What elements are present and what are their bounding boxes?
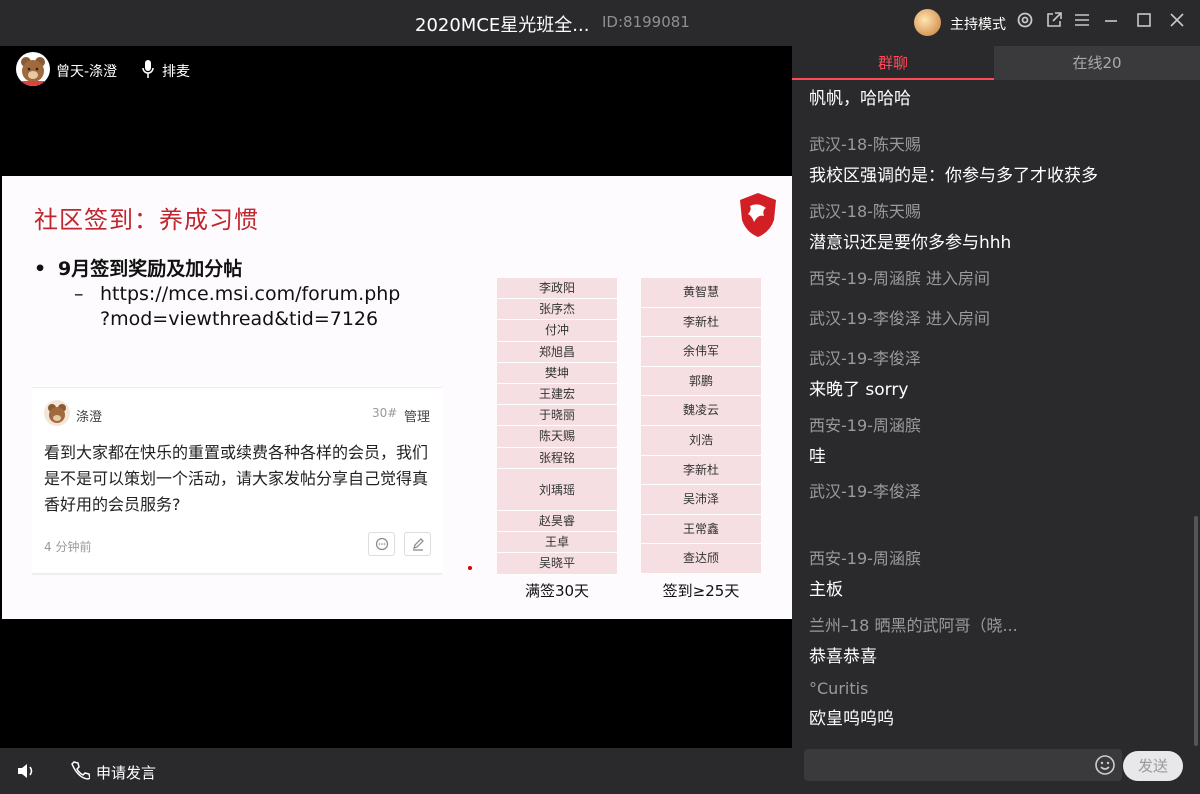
list-item: 武汉-19-李俊泽 来晚了 sorry (809, 345, 1189, 400)
mic-icon (142, 60, 154, 78)
message-text: 潜意识还是要你多参与hhh (809, 233, 1012, 253)
settings-icon[interactable] (1014, 11, 1036, 33)
apply-speak-button[interactable]: 申请发言 (96, 762, 156, 783)
message-text: 主板 (809, 580, 843, 600)
table-row: 查达颀 (641, 544, 761, 574)
title-bar: 2020MCE星光班全... ID:8199081 主持模式 (0, 0, 1200, 46)
table-row: 郭鹏 (641, 367, 761, 397)
tab-group-chat[interactable]: 群聊 (792, 46, 994, 80)
chat-panel: 群聊 在线20 帆帆，哈哈哈 武汉-18-陈天赐 我校区强调的是：你参与多了才收获多… (792, 46, 1200, 794)
forum-post-card: 涤澄 30# 管理 看到大家都在快乐的重置或续费各种各样的会员，我们是不是可以策… (32, 387, 442, 575)
comment-icon (368, 532, 395, 556)
table-row: 王卓 (497, 532, 617, 554)
list-item: °Curitis 欧皇呜呜呜 (809, 679, 1189, 729)
list-item: 兰州–18 晒黑的武阿哥（晓... 恭喜恭喜 (809, 612, 1189, 667)
list-item: 西安-19-周涵膑 进入房间 (809, 265, 1189, 289)
post-time: 4 分钟前 (44, 540, 92, 554)
message-sender: 武汉-19-李俊泽 进入房间 (809, 309, 990, 328)
edit-icon (404, 532, 431, 556)
mic-queue-button[interactable]: 排麦 (162, 61, 190, 81)
table-row: 刘浩 (641, 426, 761, 456)
host-mode-label[interactable]: 主持模式 (950, 14, 1006, 34)
signin-25-label: 签到≥25天 (662, 582, 740, 600)
list-item: 西安-19-周涵膑哇 (809, 412, 1189, 467)
chat-message-list[interactable]: 帆帆，哈哈哈 武汉-18-陈天赐 我校区强调的是：你参与多了才收获多 武汉-18-陈天… (792, 80, 1192, 740)
room-id: ID:8199081 (602, 13, 690, 31)
table-row: 陈天赐 (497, 426, 617, 448)
message-sender: 西安-19-周涵膑 (809, 549, 921, 568)
table-row: 吴沛泽 (641, 485, 761, 515)
bullet-heading: • 9月签到奖励及加分帖 (34, 258, 243, 280)
popout-icon[interactable] (1043, 11, 1065, 33)
table-row: 付冲 (497, 320, 617, 342)
table-row: 郑旭昌 (497, 342, 617, 363)
post-floor: 30# (372, 406, 398, 420)
message-text: 恭喜恭喜 (809, 647, 877, 667)
list-item: 帆帆，哈哈哈 (809, 84, 1189, 109)
chat-scrollbar[interactable] (1194, 516, 1198, 746)
table-row: 李新杜 (641, 308, 761, 338)
slide-title: 社区签到：养成习惯 (34, 206, 259, 234)
table-row: 于晓丽 (497, 405, 617, 427)
table-row: 李新杜 (641, 456, 761, 486)
full-signin-table: 李政阳 张序杰 付冲 郑旭昌 樊坤 王建宏 于晓丽 陈天赐 张程铭 刘瑀瑶 赵昊睿 王卓 吴晓平 (497, 278, 617, 575)
list-item: 武汉-19-李俊泽 (809, 478, 1189, 502)
post-author: 涤澄 (76, 410, 103, 425)
forum-link: – https://mce.msi.com/forum.php ?mod=view… (74, 283, 401, 330)
message-sender: °Curitis (809, 679, 869, 698)
message-text: 帆帆，哈哈哈 (809, 89, 911, 109)
pointer-dot (468, 566, 472, 570)
table-row: 樊坤 (497, 363, 617, 384)
table-row: 魏凌云 (641, 396, 761, 426)
bottom-bar: 申请发言 (0, 748, 792, 794)
list-item: 武汉-19-李俊泽 进入房间 (809, 305, 1189, 329)
host-avatar[interactable] (914, 9, 941, 36)
send-button[interactable]: 发送 (1123, 751, 1183, 781)
message-sender: 兰州–18 晒黑的武阿哥（晓... (809, 616, 1018, 635)
message-text: 我校区强调的是：你参与多了才收获多 (809, 166, 1098, 186)
full-signin-label: 满签30天 (524, 582, 590, 600)
emoji-icon[interactable] (1094, 754, 1116, 776)
message-sender: 武汉-19-李俊泽 (809, 349, 921, 368)
table-row: 赵昊睿 (497, 511, 617, 533)
phone-icon[interactable] (70, 760, 90, 780)
signin-25-table: 黄智慧 李新杜 余伟军 郭鹏 魏凌云 刘浩 李新杜 吴沛泽 王常鑫 查达颀 (641, 278, 761, 574)
close-icon[interactable] (1166, 11, 1188, 33)
chat-tabs: 群聊 在线20 (792, 46, 1200, 80)
presentation-slide: 社区签到：养成习惯 • 9月签到奖励及加分帖 – https://mce.msi.c… (2, 176, 792, 619)
message-sender: 武汉-19-李俊泽 (809, 482, 921, 501)
message-sender: 西安-19-周涵膑 进入房间 (809, 269, 990, 288)
post-admin-link: 管理 (404, 410, 431, 425)
avatar[interactable] (16, 52, 50, 86)
speaker-icon[interactable] (16, 761, 36, 781)
avatar (44, 400, 70, 426)
message-sender: 武汉-18-陈天赐 (809, 135, 921, 154)
post-body: 看到大家都在快乐的重置或续费各种各样的会员，我们是不是可以策划一个活动，请大家发… (44, 443, 429, 514)
message-sender: 武汉-18-陈天赐 (809, 202, 921, 221)
chat-input[interactable] (804, 749, 1122, 781)
speaker-name: 曾天-涤澄 (56, 64, 118, 80)
table-row: 吴晓平 (497, 553, 617, 575)
list-item: 武汉-18-陈天赐我校区强调的是：你参与多了才收获多 (809, 131, 1189, 186)
table-row: 李政阳 (497, 278, 617, 300)
table-row: 王常鑫 (641, 515, 761, 545)
message-text: 哇 (809, 447, 826, 467)
menu-icon[interactable] (1071, 11, 1093, 33)
message-sender: 西安-19-周涵膑 (809, 416, 921, 435)
maximize-icon[interactable] (1133, 11, 1155, 33)
table-row: 余伟军 (641, 337, 761, 367)
message-text: 欧皇呜呜呜 (809, 709, 894, 729)
table-row: 刘瑀瑶 (497, 469, 617, 512)
table-row: 张程铭 (497, 448, 617, 469)
table-row: 张序杰 (497, 299, 617, 321)
msi-dragon-logo-icon (740, 193, 776, 237)
tab-online[interactable]: 在线20 (994, 46, 1200, 80)
list-item: 武汉-18-陈天赐潜意识还是要你多参与hhh (809, 198, 1189, 253)
list-item: 西安-19-周涵膑 主板 (809, 545, 1189, 600)
message-text: 来晚了 sorry (809, 380, 909, 400)
window-title: 2020MCE星光班全... (415, 15, 590, 36)
table-row: 黄智慧 (641, 278, 761, 308)
minimize-icon[interactable] (1100, 11, 1122, 33)
table-row: 王建宏 (497, 384, 617, 406)
